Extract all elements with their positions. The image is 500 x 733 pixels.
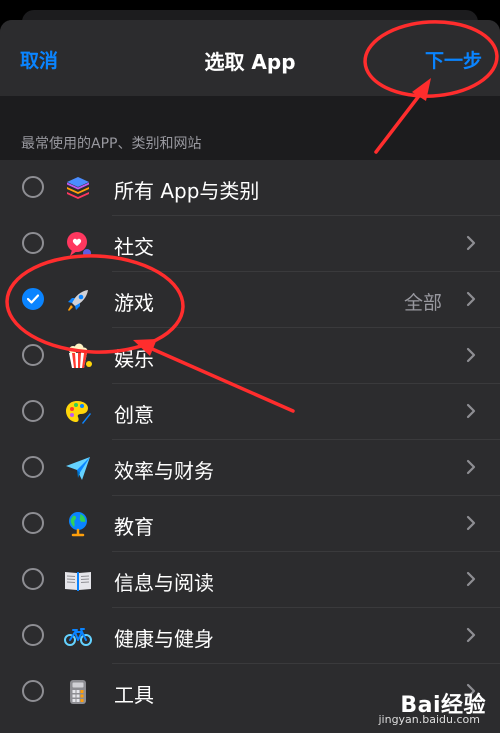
list-item-entertainment[interactable]: 娱乐 (0, 328, 500, 384)
list-item-health-fitness[interactable]: 健康与健身 (0, 608, 500, 664)
chevron-right-icon (466, 459, 476, 475)
rocket-icon (68, 290, 88, 311)
chevron-right-icon (466, 571, 476, 587)
calculator-icon (70, 680, 86, 704)
watermark: Bai经验 jingyan.baidu.com (366, 687, 486, 729)
stack-icon (67, 177, 89, 199)
chevron-right-icon (466, 235, 476, 251)
palette-icon (66, 401, 91, 424)
book-icon (65, 572, 91, 591)
list-item-label: 教育 (114, 515, 154, 539)
list-item-label: 健康与健身 (114, 627, 214, 651)
section-header: 最常使用的APP、类别和网站 (0, 96, 500, 160)
list-item-label: 创意 (114, 403, 154, 427)
list-item-all-apps[interactable]: 所有 App与类别 (0, 160, 500, 216)
list-item-label: 游戏 (114, 291, 154, 315)
radio-unchecked[interactable] (22, 624, 44, 646)
popcorn-icon (69, 343, 92, 368)
selection-detail: 全部 (403, 292, 442, 314)
globe-icon (69, 512, 87, 537)
radio-unchecked[interactable] (22, 232, 44, 254)
list-item-label: 社交 (114, 235, 154, 259)
radio-unchecked[interactable] (22, 344, 44, 366)
radio-unchecked[interactable] (22, 680, 44, 702)
chevron-right-icon (466, 291, 476, 307)
watermark-url: jingyan.baidu.com (378, 713, 480, 726)
choose-app-sheet: 取消 选取 App 下一步 最常使用的APP、类别和网站 所有 App与类别 社… (0, 20, 500, 733)
section-header-label: 最常使用的APP、类别和网站 (21, 136, 202, 152)
radio-unchecked[interactable] (22, 568, 44, 590)
list-item-label: 工具 (114, 683, 154, 707)
next-button[interactable]: 下一步 (425, 46, 482, 73)
chevron-right-icon (466, 515, 476, 531)
list-item-label: 信息与阅读 (114, 571, 214, 595)
list-item-education[interactable]: 教育 (0, 496, 500, 552)
navigation-bar: 取消 选取 App 下一步 (0, 20, 500, 96)
list-item-productivity-finance[interactable]: 效率与财务 (0, 440, 500, 496)
chevron-right-icon (466, 627, 476, 643)
list-item-label: 效率与财务 (114, 459, 214, 483)
checkmark-icon (27, 294, 39, 304)
chevron-right-icon (466, 347, 476, 363)
list-item-info-reading[interactable]: 信息与阅读 (0, 552, 500, 608)
bicycle-icon (64, 628, 92, 646)
list-item-label: 娱乐 (114, 347, 154, 371)
chat-heart-icon (67, 232, 91, 257)
radio-unchecked[interactable] (22, 456, 44, 478)
chevron-right-icon (466, 403, 476, 419)
radio-unchecked[interactable] (22, 512, 44, 534)
radio-checked[interactable] (22, 288, 44, 310)
list-item-creativity[interactable]: 创意 (0, 384, 500, 440)
paper-plane-icon (66, 457, 90, 480)
radio-unchecked[interactable] (22, 176, 44, 198)
list-item-label: 所有 App与类别 (114, 179, 260, 203)
category-list: 所有 App与类别 社交 游戏 全部 娱乐 创意 效率与财务 教育 信息与阅读 … (0, 160, 500, 720)
radio-unchecked[interactable] (22, 400, 44, 422)
list-item-games[interactable]: 游戏 全部 (0, 272, 500, 328)
list-item-social[interactable]: 社交 (0, 216, 500, 272)
